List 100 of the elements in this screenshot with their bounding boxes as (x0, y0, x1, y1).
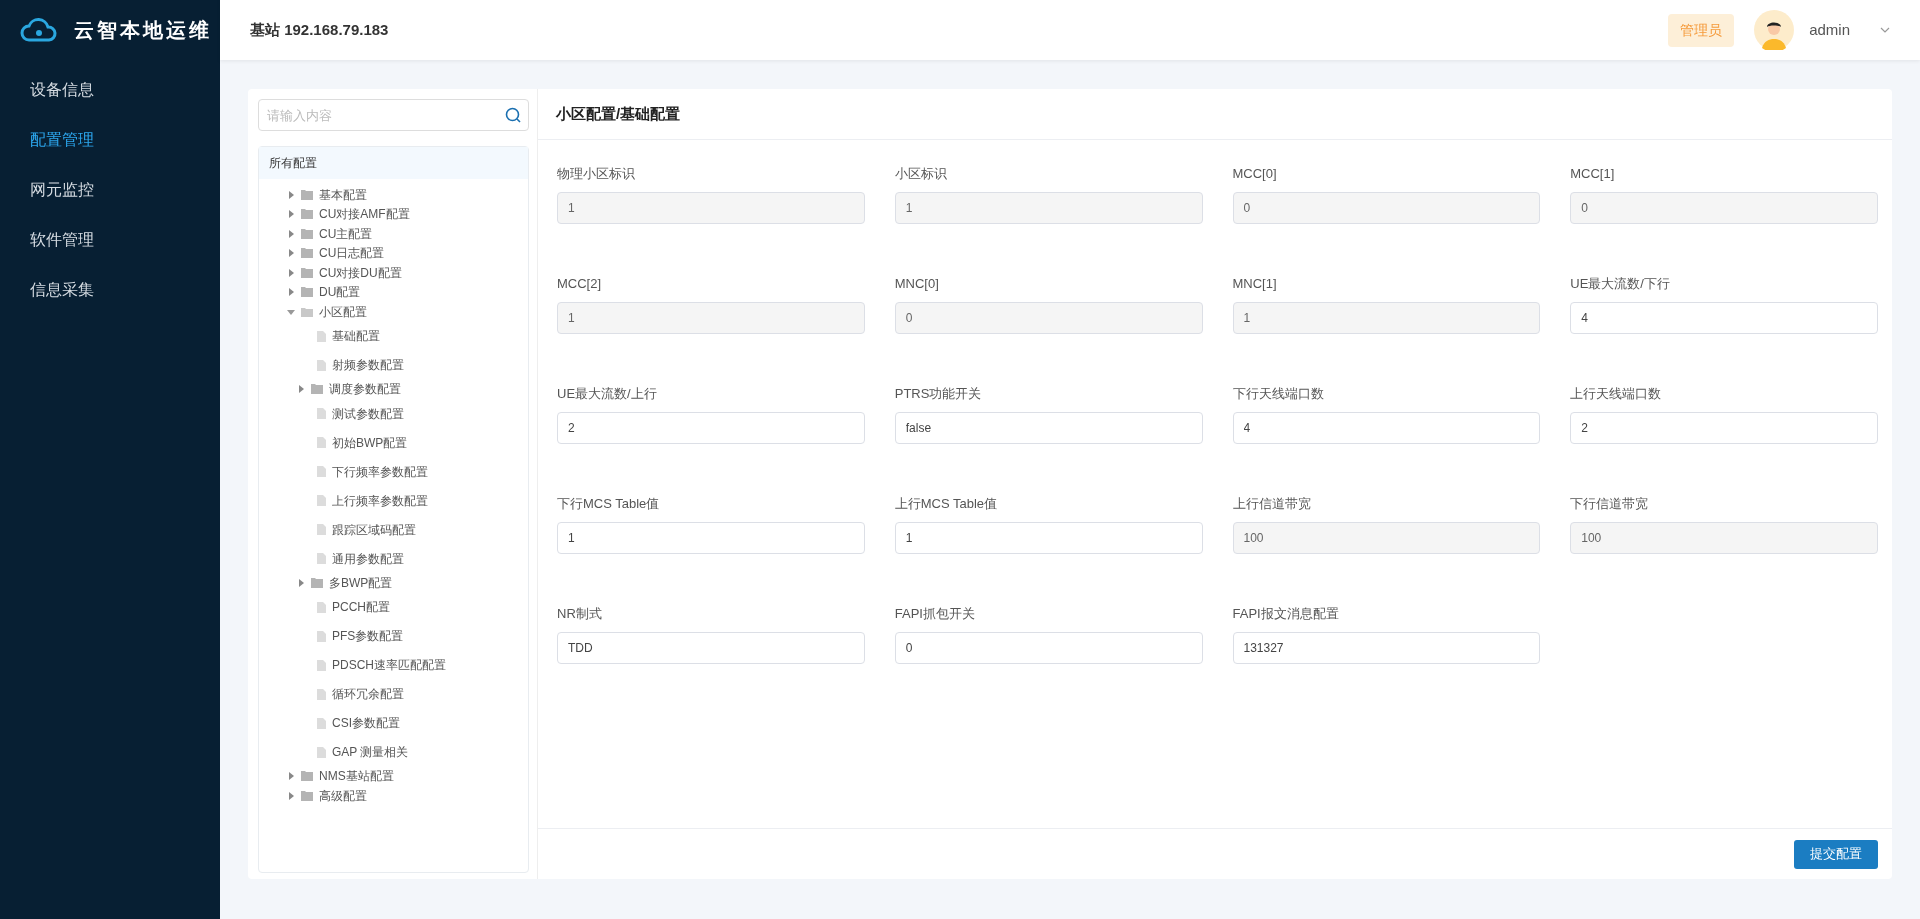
tree-item[interactable]: 射频参数配置 (332, 356, 404, 374)
field-label: NR制式 (557, 605, 603, 623)
tree-item[interactable]: 上行频率参数配置 (332, 491, 428, 510)
caret-right-icon[interactable] (297, 385, 305, 394)
file-icon (317, 717, 326, 729)
file-icon (317, 330, 326, 342)
file-icon (317, 408, 326, 419)
nav-item[interactable]: 信息采集 (0, 265, 220, 315)
caret-right-icon[interactable] (297, 578, 305, 587)
caret-right-icon[interactable] (287, 791, 295, 800)
caret-right-icon[interactable] (287, 268, 295, 277)
search-field[interactable]: 请输入内容 (258, 99, 529, 131)
tree-item[interactable]: CU日志配置 (319, 244, 385, 263)
user-name[interactable]: admin (1809, 18, 1850, 42)
caret-right-icon[interactable] (287, 190, 295, 199)
caret-right-icon[interactable] (287, 288, 295, 297)
field-label: 小区标识 (894, 165, 948, 183)
field-label: MNC[0] (894, 275, 940, 293)
tree-item[interactable]: DU配置 (319, 283, 361, 302)
folder-icon (301, 790, 313, 801)
input-field[interactable]: 2 (557, 412, 865, 444)
tree-item[interactable]: 循环冗余配置 (332, 685, 404, 703)
tree-item[interactable]: 调度参数配置 (329, 380, 401, 399)
user-avatar-icon (1754, 10, 1795, 50)
caret-right-icon[interactable] (287, 249, 295, 258)
caret-right-icon[interactable] (287, 229, 295, 238)
folder-icon (301, 267, 313, 278)
input-field[interactable]: TDD (557, 632, 865, 664)
tree-item[interactable]: GAP 测量相关 (332, 743, 409, 761)
nav-item[interactable]: 软件管理 (0, 215, 220, 265)
field-label: 上行信道带宽 (1232, 495, 1312, 513)
field-label: 上行天线端口数 (1570, 385, 1663, 403)
tree-item[interactable]: 测试参数配置 (332, 404, 404, 423)
tree-item[interactable]: 基础配置 (332, 327, 380, 345)
input-field[interactable]: 1 (557, 522, 865, 554)
input-field[interactable]: 1 (894, 522, 1203, 554)
input-field[interactable]: 131327 (1232, 632, 1541, 664)
file-icon (317, 495, 326, 506)
folder-icon (301, 287, 313, 298)
tree-item[interactable]: CU对接AMF配置 (319, 205, 410, 224)
submit-button[interactable]: 提交配置 (1794, 839, 1878, 869)
tree-item[interactable]: 高级配置 (319, 786, 367, 805)
folder-icon (311, 384, 323, 395)
field-label: MNC[1] (1232, 275, 1278, 293)
cloud-logo-icon (20, 16, 58, 44)
folder-icon (311, 577, 323, 588)
file-icon (317, 601, 326, 613)
search-icon[interactable] (505, 107, 521, 123)
tree-item[interactable]: 跟踪区域码配置 (332, 520, 416, 539)
field-label: FAPI抓包开关 (894, 605, 976, 623)
tree-item[interactable]: 基本配置 (319, 185, 367, 204)
field-label: 下行天线端口数 (1232, 385, 1325, 403)
field-label: 上行MCS Table值 (894, 495, 999, 513)
nav-item[interactable]: 设备信息 (0, 65, 220, 115)
form-title: 小区配置/基础配置 (556, 103, 681, 124)
folder-icon (301, 189, 313, 200)
tree-item[interactable]: PFS参数配置 (332, 627, 404, 645)
chevron-down-icon[interactable] (1880, 27, 1890, 33)
station-address: 基站 192.168.79.183 (250, 19, 389, 40)
tree-item[interactable]: NMS基站配置 (319, 767, 394, 786)
caret-right-icon[interactable] (287, 210, 295, 219)
nav-item[interactable]: 配置管理 (0, 115, 220, 165)
tree-root[interactable]: 所有配置 (259, 147, 528, 179)
input-field[interactable]: 2 (1570, 412, 1878, 444)
field-label: 下行MCS Table值 (557, 495, 661, 513)
input-field[interactable]: 4 (1232, 412, 1541, 444)
role-tag: 管理员 (1668, 13, 1735, 47)
field-label: MCC[1] (1570, 165, 1616, 183)
field-label: PTRS功能开关 (894, 385, 983, 403)
field-label: MCC[2] (557, 275, 603, 293)
folder-icon (301, 306, 313, 317)
file-icon (317, 359, 326, 371)
field-label: FAPI报文消息配置 (1232, 605, 1340, 623)
file-icon (317, 553, 326, 564)
tree-item[interactable]: 小区配置 (319, 302, 367, 321)
tree-item[interactable]: 下行频率参数配置 (332, 462, 428, 481)
app-title: 云智本地运维 (74, 18, 212, 43)
caret-down-icon[interactable] (287, 307, 295, 316)
caret-right-icon[interactable] (287, 772, 295, 781)
folder-icon (301, 209, 313, 220)
tree-item[interactable]: 多BWP配置 (329, 573, 393, 592)
tree-item[interactable]: CU对接DU配置 (319, 263, 402, 282)
tree-item[interactable]: PCCH配置 (332, 598, 390, 616)
file-icon (317, 630, 326, 642)
field-label: UE最大流数/上行 (557, 385, 658, 403)
file-icon (317, 659, 326, 671)
file-icon (317, 437, 326, 448)
input-field[interactable]: 0 (894, 632, 1203, 664)
tree-item[interactable]: 初始BWP配置 (332, 433, 408, 452)
folder-icon (301, 771, 313, 782)
tree-item[interactable]: CSI参数配置 (332, 714, 400, 732)
input-field[interactable]: false (894, 412, 1203, 444)
input-field[interactable]: 4 (1570, 302, 1878, 334)
file-icon (317, 688, 326, 700)
nav-item[interactable]: 网元监控 (0, 165, 220, 215)
tree-item[interactable]: 通用参数配置 (332, 549, 404, 568)
file-icon (317, 746, 326, 758)
tree-item[interactable]: CU主配置 (319, 224, 373, 243)
field-label: UE最大流数/下行 (1570, 275, 1671, 293)
tree-item[interactable]: PDSCH速率匹配配置 (332, 656, 446, 674)
